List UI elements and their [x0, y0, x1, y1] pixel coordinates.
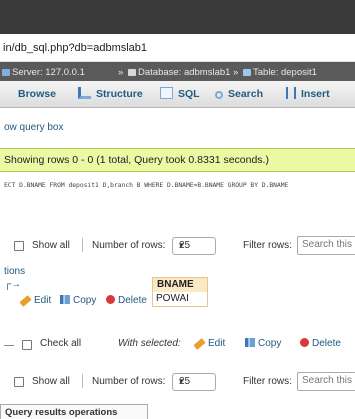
sql-icon: [160, 87, 173, 99]
delete-icon: [300, 338, 309, 347]
breadcrumb-server[interactable]: Server: 127.0.0.1: [2, 67, 85, 78]
row-copy-link[interactable]: Copy: [60, 295, 96, 306]
delete-icon: [106, 295, 115, 304]
filter-rows-input[interactable]: Search this: [297, 236, 355, 255]
copy-icon: [60, 295, 70, 304]
number-of-rows-label: Number of rows:: [92, 240, 166, 251]
bulk-delete-button[interactable]: Delete: [300, 338, 341, 349]
divider: [82, 374, 83, 388]
copy-icon: [245, 338, 255, 347]
tab-insert[interactable]: Insert: [286, 81, 330, 107]
divider: [82, 238, 83, 252]
sql-query-display: ECT D.BNAME FROM deposit1 D,branch B WHE…: [4, 182, 289, 189]
with-selected-label: With selected:: [118, 338, 181, 349]
breadcrumb-separator: »: [118, 67, 124, 78]
bulk-edit-button[interactable]: Edit: [193, 338, 225, 350]
rows-per-page-select[interactable]: 25 ▾: [172, 373, 216, 391]
rows-per-page-select[interactable]: 25 ▾: [172, 237, 216, 255]
breadcrumb-database[interactable]: Database: adbmslab1: [128, 67, 230, 78]
breadcrumb-separator: »: [233, 67, 239, 78]
pencil-icon: [19, 295, 32, 307]
show-query-box-link[interactable]: ow query box: [4, 122, 63, 133]
navigation-bar-top: Show all Number of rows: 25 ▾ Filter rows…: [0, 235, 355, 259]
tab-sql[interactable]: SQL: [160, 81, 200, 107]
number-of-rows-label: Number of rows:: [92, 376, 166, 387]
browser-title-bar: [0, 0, 355, 34]
insert-icon: [286, 87, 296, 99]
column-header-bname[interactable]: BNAME: [152, 277, 208, 293]
check-all-checkbox[interactable]: [22, 340, 32, 350]
show-all-label: Show all: [32, 240, 70, 251]
search-icon: [215, 91, 223, 99]
show-all-checkbox[interactable]: [14, 241, 24, 251]
table-icon: [243, 69, 251, 76]
url-text[interactable]: in/db_sql.php?db=adbmslab1: [3, 42, 147, 54]
chevron-down-icon: ▾: [179, 376, 184, 386]
show-all-checkbox[interactable]: [14, 377, 24, 387]
address-bar[interactable]: in/db_sql.php?db=adbmslab1: [0, 34, 355, 62]
check-all-label[interactable]: Check all: [40, 338, 81, 349]
row-delete-link[interactable]: Delete: [106, 295, 147, 306]
breadcrumb: Server: 127.0.0.1 » Database: adbmslab1 …: [0, 62, 355, 81]
bulk-copy-button[interactable]: Copy: [245, 338, 281, 349]
structure-icon: [78, 87, 91, 99]
tab-structure[interactable]: Structure: [78, 81, 143, 107]
chevron-down-icon: ▾: [179, 240, 184, 250]
tab-search[interactable]: Search: [215, 81, 263, 107]
row-edit-link[interactable]: Edit: [19, 295, 51, 307]
column-arrow-icon[interactable]: ┌→: [4, 279, 21, 290]
success-message: Showing rows 0 - 0 (1 total, Query took …: [0, 148, 355, 172]
pencil-icon: [193, 338, 206, 350]
breadcrumb-table[interactable]: Table: deposit1: [243, 67, 317, 78]
show-all-label: Show all: [32, 376, 70, 387]
filter-rows-input[interactable]: Search this: [297, 372, 355, 391]
database-icon: [128, 69, 136, 76]
filter-rows-label: Filter rows:: [243, 240, 292, 251]
tab-bar: Browse Structure SQL Search Insert: [0, 81, 355, 108]
server-icon: [2, 69, 10, 76]
filter-rows-label: Filter rows:: [243, 376, 292, 387]
options-link[interactable]: tions: [4, 266, 25, 277]
table-cell[interactable]: POWAI: [152, 292, 208, 307]
query-results-operations-heading: Query results operations: [0, 404, 148, 419]
tab-browse[interactable]: Browse: [18, 81, 56, 107]
navigation-bar-bottom: Show all Number of rows: 25 ▾ Filter rows…: [0, 371, 355, 395]
check-arrow-line: [4, 345, 14, 346]
